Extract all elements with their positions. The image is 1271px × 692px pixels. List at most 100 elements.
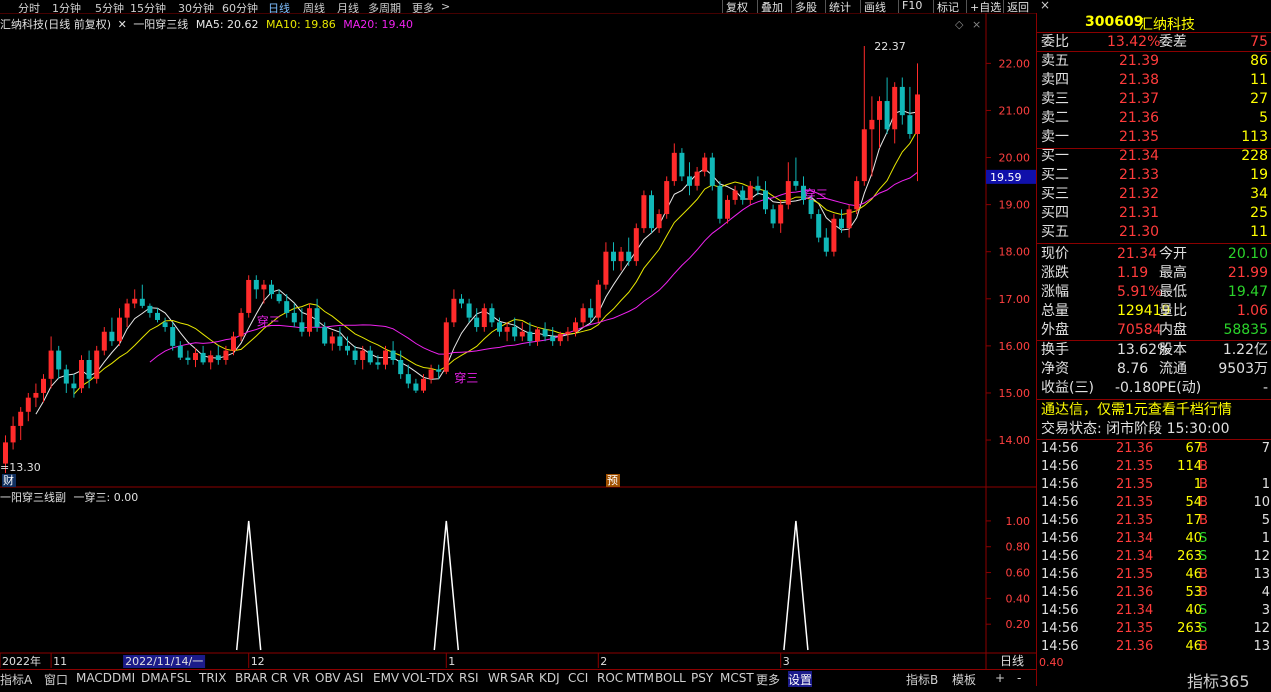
- tick-time: 14:56: [1041, 621, 1079, 636]
- candle: [466, 298, 472, 323]
- indicator-tab-8[interactable]: CR: [271, 671, 288, 685]
- close-window-icon[interactable]: ×: [1040, 0, 1050, 12]
- xtick-label: 1: [448, 655, 455, 668]
- sub-ytick-label: 0.20: [1006, 618, 1031, 631]
- candle: [474, 308, 480, 332]
- candle-body: [25, 397, 31, 412]
- tick-price: 21.34: [1116, 531, 1154, 546]
- tick-row: 14:56 21.35 17 B 5: [1039, 512, 1271, 530]
- indicator-tab-21[interactable]: BOLL: [655, 671, 686, 685]
- indicator-tab-11[interactable]: ASI: [344, 671, 363, 685]
- bottom-right-button-1[interactable]: 模板: [952, 671, 976, 687]
- tick-price: 21.35: [1116, 567, 1154, 582]
- indicator-tab-24[interactable]: 更多: [756, 671, 780, 687]
- indicator-tab-15[interactable]: WR: [488, 671, 508, 685]
- indicator-tab-19[interactable]: ROC: [597, 671, 623, 685]
- sell-level[interactable]: 卖二 21.36 5: [1039, 109, 1270, 128]
- indicator-tab-3[interactable]: DMI: [112, 671, 135, 685]
- toolbar-button-2[interactable]: 多股: [791, 0, 820, 13]
- candle-body: [170, 327, 176, 346]
- indicator-tab-20[interactable]: MTM: [626, 671, 654, 685]
- candle: [732, 185, 738, 205]
- candle: [79, 355, 84, 393]
- period-1[interactable]: 1分钟: [52, 0, 81, 13]
- toolbar-button-3[interactable]: 统计: [825, 0, 854, 13]
- period-4[interactable]: 30分钟: [178, 0, 214, 13]
- indicator-tab-6[interactable]: TRIX: [199, 671, 226, 685]
- tick-bs: B: [1199, 495, 1208, 510]
- indicator-tab-16[interactable]: SAR: [510, 671, 534, 685]
- buy-level[interactable]: 买一 21.34 228: [1039, 147, 1270, 166]
- candle-body: [899, 86, 905, 116]
- toolbar-button-4[interactable]: 画线: [860, 0, 889, 13]
- indicator-tab-7[interactable]: BRAR: [235, 671, 268, 685]
- toolbar-button-1[interactable]: 叠加: [757, 0, 786, 13]
- candle-body: [360, 350, 366, 360]
- indicator-tab-18[interactable]: CCI: [568, 671, 588, 685]
- period-6[interactable]: 日线: [268, 0, 290, 13]
- candle-body: [763, 190, 768, 210]
- toolbar-button-8[interactable]: 返回: [1003, 0, 1032, 13]
- buy-level[interactable]: 买四 21.31 25: [1039, 204, 1270, 223]
- candle-body: [535, 329, 540, 342]
- buy-level[interactable]: 买三 21.32 34: [1039, 185, 1270, 204]
- close-indicator-icon[interactable]: ✕: [118, 18, 127, 31]
- ytick-label: 21.00: [999, 104, 1031, 117]
- bottom-right-button-0[interactable]: 指标B: [906, 671, 938, 687]
- level-volume: 5: [1259, 110, 1268, 126]
- toolbar-button-5[interactable]: F10: [898, 0, 925, 13]
- toolbar-button-6[interactable]: 标记: [933, 0, 962, 13]
- indicator-tab-10[interactable]: OBV: [315, 671, 341, 685]
- period-3[interactable]: 15分钟: [130, 0, 166, 13]
- bottom-right-button-3[interactable]: -: [1017, 671, 1021, 685]
- period-7[interactable]: 周线: [303, 0, 325, 13]
- tick-count: 3: [1261, 603, 1270, 618]
- indicator-tab-17[interactable]: KDJ: [539, 671, 560, 685]
- period-10[interactable]: 更多: [412, 0, 434, 13]
- indicator-tab-23[interactable]: MCST: [720, 671, 754, 685]
- sell-level[interactable]: 卖四 21.38 11: [1039, 71, 1270, 90]
- candle-body: [740, 190, 746, 200]
- candle-body: [443, 322, 449, 372]
- candle-body: [481, 308, 487, 328]
- sell-level[interactable]: 卖三 21.37 27: [1039, 90, 1270, 109]
- candle-body: [208, 355, 214, 363]
- level-volume: 27: [1250, 91, 1268, 107]
- period-0[interactable]: 分时: [18, 0, 40, 13]
- sell-level[interactable]: 卖五 21.39 86: [1039, 52, 1270, 71]
- indicator-tab-4[interactable]: DMA: [141, 671, 169, 685]
- tick-bs: B: [1199, 585, 1208, 600]
- candle-body: [580, 308, 586, 323]
- indicator-tab-13[interactable]: VOL-TDX: [402, 671, 454, 685]
- indicator-tab-2[interactable]: MACD: [76, 671, 112, 685]
- buy-level[interactable]: 买五 21.30 11: [1039, 223, 1270, 242]
- indicator-tab-9[interactable]: VR: [293, 671, 310, 685]
- buy-level[interactable]: 买二 21.33 19: [1039, 166, 1270, 185]
- bottom-right-button-2[interactable]: +: [995, 671, 1005, 685]
- period-9[interactable]: 多周期: [368, 0, 401, 13]
- indicator-tab-0[interactable]: 指标A: [0, 671, 32, 687]
- candle: [63, 364, 69, 393]
- indicator-tab-14[interactable]: RSI: [459, 671, 479, 685]
- indicator-tab-25[interactable]: 设置: [788, 671, 813, 687]
- candle-body: [79, 360, 84, 389]
- period-more-icon[interactable]: >: [441, 0, 450, 13]
- indicator-tab-22[interactable]: PSY: [691, 671, 713, 685]
- period-5[interactable]: 60分钟: [222, 0, 258, 13]
- stat-value: 19.47: [1227, 284, 1268, 300]
- tick-row: 14:56 21.35 1 B 1: [1039, 476, 1271, 494]
- ad-row[interactable]: 通达信，仅需1元查看千档行情: [1039, 401, 1270, 420]
- candle-body: [854, 181, 860, 210]
- sub-ytick-label: 1.00: [1006, 515, 1031, 528]
- period-2[interactable]: 5分钟: [95, 0, 124, 13]
- sell-level[interactable]: 卖一 21.35 113: [1039, 128, 1270, 147]
- indicator-tab-5[interactable]: FSL: [170, 671, 191, 685]
- toolbar-button-0[interactable]: 复权: [722, 0, 751, 13]
- period-8[interactable]: 月线: [337, 0, 359, 13]
- indicator-tab-1[interactable]: 窗口: [44, 671, 68, 687]
- stat-row: 净资 8.76 流通 9503万: [1039, 360, 1270, 379]
- toolbar-button-7[interactable]: +自选: [966, 0, 1004, 13]
- tick-time: 14:56: [1041, 513, 1079, 528]
- kline-chart[interactable]: 22.0021.0020.0019.0018.0017.0016.0015.00…: [0, 13, 1036, 669]
- indicator-tab-12[interactable]: EMV: [373, 671, 399, 685]
